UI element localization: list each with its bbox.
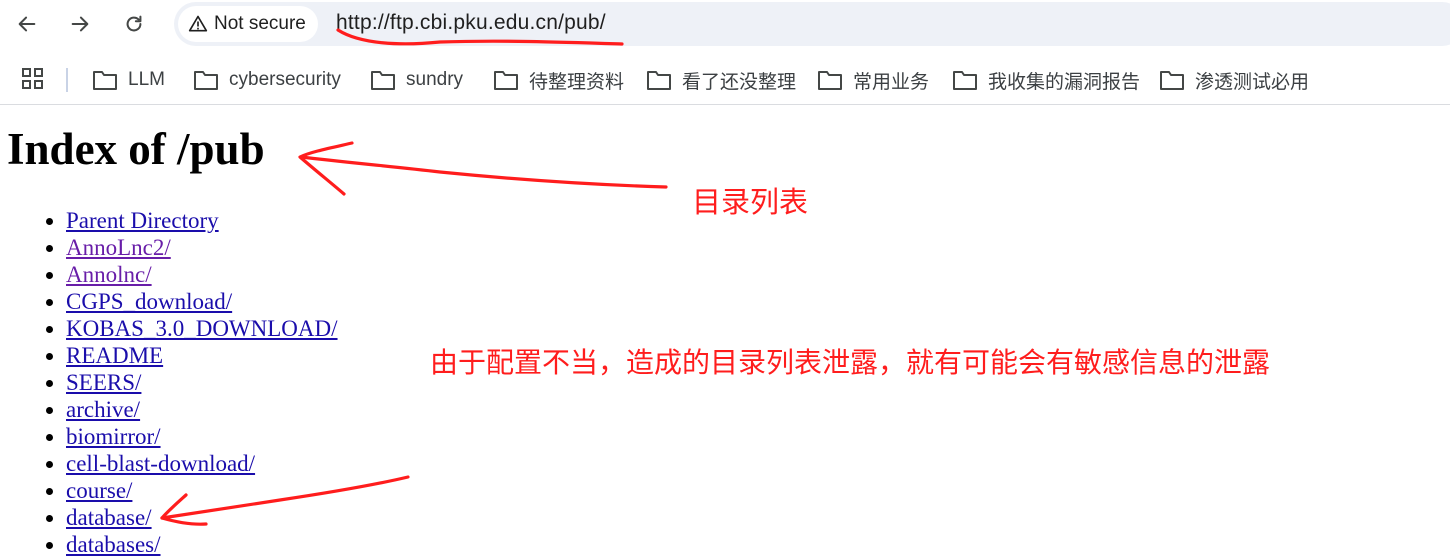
folder-icon <box>818 71 842 90</box>
url-text[interactable]: http://ftp.cbi.pku.edu.cn/pub/ <box>336 11 606 35</box>
bookmark-folder-read-unsorted[interactable]: 看了还没整理 <box>646 66 796 94</box>
directory-link[interactable]: biomirror/ <box>66 424 161 449</box>
directory-link[interactable]: archive/ <box>66 397 140 422</box>
address-bar[interactable]: Not secure http://ftp.cbi.pku.edu.cn/pub… <box>174 2 1450 46</box>
site-info-button[interactable]: Not secure <box>178 6 318 42</box>
folder-icon <box>371 71 395 90</box>
list-item: AnnoLnc2/ <box>66 234 338 261</box>
folder-icon <box>1160 71 1184 90</box>
list-item: cell-blast-download/ <box>66 450 338 477</box>
forward-button[interactable] <box>62 6 98 42</box>
directory-link[interactable]: SEERS/ <box>66 370 141 395</box>
directory-link[interactable]: AnnoLnc2/ <box>66 235 171 260</box>
page-title: Index of /pub <box>7 124 265 174</box>
security-label: Not secure <box>214 13 306 34</box>
list-item: database/ <box>66 504 338 531</box>
list-item: biomirror/ <box>66 423 338 450</box>
list-item: SEERS/ <box>66 369 338 396</box>
bookmark-label: 常用业务 <box>853 71 930 93</box>
bookmark-folder-cybersecurity[interactable]: cybersecurity <box>193 66 341 94</box>
annotation-leak-explanation: 由于配置不当，造成的目录列表泄露，就有可能会有敏感信息的泄露 <box>430 346 1271 379</box>
bookmark-folder-llm[interactable]: LLM <box>92 66 165 94</box>
warning-triangle-icon <box>188 15 208 32</box>
directory-link[interactable]: KOBAS_3.0_DOWNLOAD/ <box>66 316 338 341</box>
directory-link[interactable]: database/ <box>66 505 152 530</box>
list-item: archive/ <box>66 396 338 423</box>
folder-icon <box>953 71 977 90</box>
directory-link[interactable]: databases/ <box>66 532 161 557</box>
folder-icon <box>647 71 671 90</box>
list-item: CGPS_download/ <box>66 288 338 315</box>
file-link[interactable]: README <box>66 343 163 368</box>
browser-toolbar: Not secure http://ftp.cbi.pku.edu.cn/pub… <box>0 0 1450 56</box>
back-button[interactable] <box>9 6 45 42</box>
list-item: KOBAS_3.0_DOWNLOAD/ <box>66 315 338 342</box>
bookmark-folder-sundry[interactable]: sundry <box>370 66 463 94</box>
bookmark-label: 渗透测试必用 <box>1195 71 1310 93</box>
list-item: Parent Directory <box>66 207 338 234</box>
directory-link[interactable]: Annolnc/ <box>66 262 152 287</box>
page-content: Index of /pub Parent Directory AnnoLnc2/… <box>0 105 1450 557</box>
directory-listing: Parent Directory AnnoLnc2/ Annolnc/ CGPS… <box>0 207 338 558</box>
reload-button[interactable] <box>116 6 152 42</box>
bookmark-label: 看了还没整理 <box>682 71 797 93</box>
directory-link[interactable]: course/ <box>66 478 132 503</box>
bookmark-folder-vuln-reports[interactable]: 我收集的漏洞报告 <box>952 66 1140 94</box>
back-arrow-icon <box>18 16 36 32</box>
list-item: Annolnc/ <box>66 261 338 288</box>
reload-icon <box>126 15 142 32</box>
bookmark-folder-common-business[interactable]: 常用业务 <box>817 66 929 94</box>
list-item: databases/ <box>66 531 338 558</box>
folder-icon <box>93 71 117 90</box>
bookmark-label: 待整理资料 <box>529 71 625 93</box>
directory-link[interactable]: Parent Directory <box>66 208 219 233</box>
list-item: course/ <box>66 477 338 504</box>
bookmark-label: cybersecurity <box>229 69 341 90</box>
bookmarks-bar: LLM cybersecurity sundry 待整理资料 看了还没整理 常用… <box>0 58 1450 105</box>
bookmarks-separator <box>66 68 68 92</box>
folder-icon <box>194 71 218 90</box>
bookmark-label: sundry <box>406 69 464 90</box>
apps-grid-icon[interactable] <box>22 68 44 90</box>
annotation-directory-listing-label: 目录列表 <box>692 185 809 219</box>
bookmark-folder-pending-materials[interactable]: 待整理资料 <box>493 66 624 94</box>
forward-arrow-icon <box>71 16 89 32</box>
bookmark-folder-pentest-essentials[interactable]: 渗透测试必用 <box>1159 66 1309 94</box>
directory-link[interactable]: cell-blast-download/ <box>66 451 255 476</box>
folder-icon <box>494 71 518 90</box>
bookmark-label: 我收集的漏洞报告 <box>988 71 1141 93</box>
bookmark-label: LLM <box>128 69 165 90</box>
directory-link[interactable]: CGPS_download/ <box>66 289 232 314</box>
list-item: README <box>66 342 338 369</box>
